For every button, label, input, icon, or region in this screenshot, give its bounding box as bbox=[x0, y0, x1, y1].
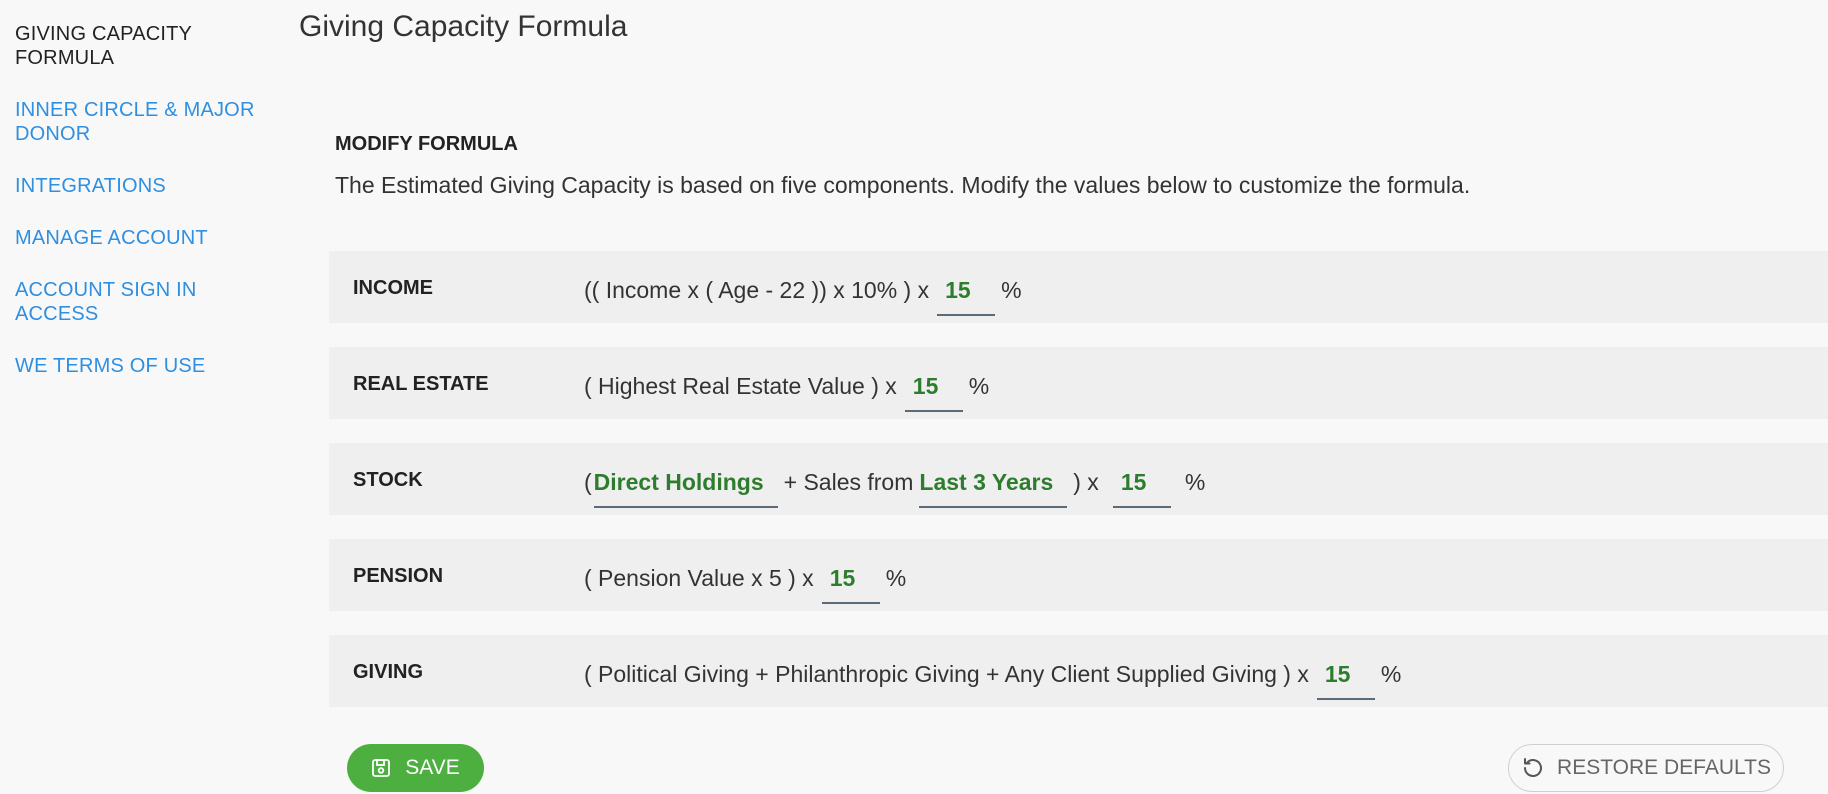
income-row: INCOME (( Income x ( Age - 22 )) x 10% )… bbox=[329, 251, 1828, 323]
income-formula-text: (( Income x ( Age - 22 )) x 10% ) x bbox=[584, 277, 930, 303]
pension-label: PENSION bbox=[353, 565, 444, 587]
stock-label: STOCK bbox=[353, 469, 423, 491]
pension-row: PENSION ( Pension Value x 5 ) x 15 % bbox=[329, 539, 1828, 611]
pension-percent-input[interactable]: 15 bbox=[821, 565, 880, 604]
real-estate-formula: ( Highest Real Estate Value ) x 15 % bbox=[584, 373, 989, 412]
restore-icon bbox=[1521, 756, 1545, 780]
sidebar-item-label-line1: ACCOUNT SIGN IN bbox=[15, 279, 197, 301]
stock-formula: ( Direct Holdings + Sales from Last 3 Ye… bbox=[584, 469, 1205, 508]
page-title: Giving Capacity Formula bbox=[299, 10, 628, 43]
sidebar-nav: GIVING CAPACITY FORMULA INNER CIRCLE & M… bbox=[15, 22, 255, 406]
income-label: INCOME bbox=[353, 277, 433, 299]
sidebar-item-label-line2: ACCESS bbox=[15, 303, 99, 325]
sidebar-item-account-sign-in-access[interactable]: ACCOUNT SIGN IN ACCESS bbox=[15, 278, 255, 326]
giving-percent-input[interactable]: 15 bbox=[1316, 661, 1375, 700]
restore-defaults-label: RESTORE DEFAULTS bbox=[1557, 756, 1771, 779]
stock-holdings-select[interactable]: Direct Holdings bbox=[593, 469, 778, 508]
stock-period-select[interactable]: Last 3 Years bbox=[919, 469, 1068, 508]
sidebar-item-label: INTEGRATIONS bbox=[15, 175, 166, 197]
stock-row: STOCK ( Direct Holdings + Sales from Las… bbox=[329, 443, 1828, 515]
sidebar-item-label: WE TERMS OF USE bbox=[15, 355, 206, 377]
sidebar-item-label-line1: INNER CIRCLE & MAJOR bbox=[15, 99, 255, 121]
save-button-label: SAVE bbox=[405, 756, 460, 779]
sidebar-item-label-line2: FORMULA bbox=[15, 47, 115, 69]
giving-formula-text: ( Political Giving + Philanthropic Givin… bbox=[584, 661, 1309, 687]
percent-sign: % bbox=[1184, 469, 1206, 495]
section-heading: MODIFY FORMULA bbox=[335, 133, 518, 155]
percent-sign: % bbox=[1380, 661, 1402, 687]
giving-row: GIVING ( Political Giving + Philanthropi… bbox=[329, 635, 1828, 707]
real-estate-percent-input[interactable]: 15 bbox=[904, 373, 963, 412]
stock-open-paren: ( bbox=[584, 469, 592, 495]
pension-formula: ( Pension Value x 5 ) x 15 % bbox=[584, 565, 906, 604]
income-formula: (( Income x ( Age - 22 )) x 10% ) x 15 % bbox=[584, 277, 1022, 316]
real-estate-label: REAL ESTATE bbox=[353, 373, 489, 395]
real-estate-formula-text: ( Highest Real Estate Value ) x bbox=[584, 373, 897, 399]
sidebar-item-label: MANAGE ACCOUNT bbox=[15, 227, 208, 249]
sidebar-item-manage-account[interactable]: MANAGE ACCOUNT bbox=[15, 226, 255, 250]
sidebar-item-label-line1: GIVING CAPACITY bbox=[15, 23, 193, 45]
sidebar-item-integrations[interactable]: INTEGRATIONS bbox=[15, 174, 255, 198]
stock-percent-input[interactable]: 15 bbox=[1112, 469, 1171, 508]
restore-defaults-button[interactable]: RESTORE DEFAULTS bbox=[1508, 744, 1784, 792]
pension-formula-text: ( Pension Value x 5 ) x bbox=[584, 565, 814, 591]
save-button[interactable]: SAVE bbox=[347, 744, 484, 792]
real-estate-row: REAL ESTATE ( Highest Real Estate Value … bbox=[329, 347, 1828, 419]
sidebar-item-giving-capacity-formula[interactable]: GIVING CAPACITY FORMULA bbox=[15, 22, 255, 70]
percent-sign: % bbox=[885, 565, 907, 591]
percent-sign: % bbox=[1001, 277, 1022, 303]
sidebar-item-inner-circle-major-donor[interactable]: INNER CIRCLE & MAJOR DONOR bbox=[15, 98, 255, 146]
save-icon bbox=[371, 758, 391, 778]
income-percent-input[interactable]: 15 bbox=[937, 277, 996, 316]
sidebar-item-terms-of-use[interactable]: WE TERMS OF USE bbox=[15, 354, 255, 378]
formula-description: The Estimated Giving Capacity is based o… bbox=[335, 172, 1471, 198]
giving-formula: ( Political Giving + Philanthropic Givin… bbox=[584, 661, 1401, 700]
stock-formula-text: + Sales from bbox=[783, 469, 914, 495]
stock-close-text: ) x bbox=[1073, 469, 1099, 495]
percent-sign: % bbox=[968, 373, 990, 399]
giving-label: GIVING bbox=[353, 661, 424, 683]
sidebar-item-label-line2: DONOR bbox=[15, 123, 91, 145]
